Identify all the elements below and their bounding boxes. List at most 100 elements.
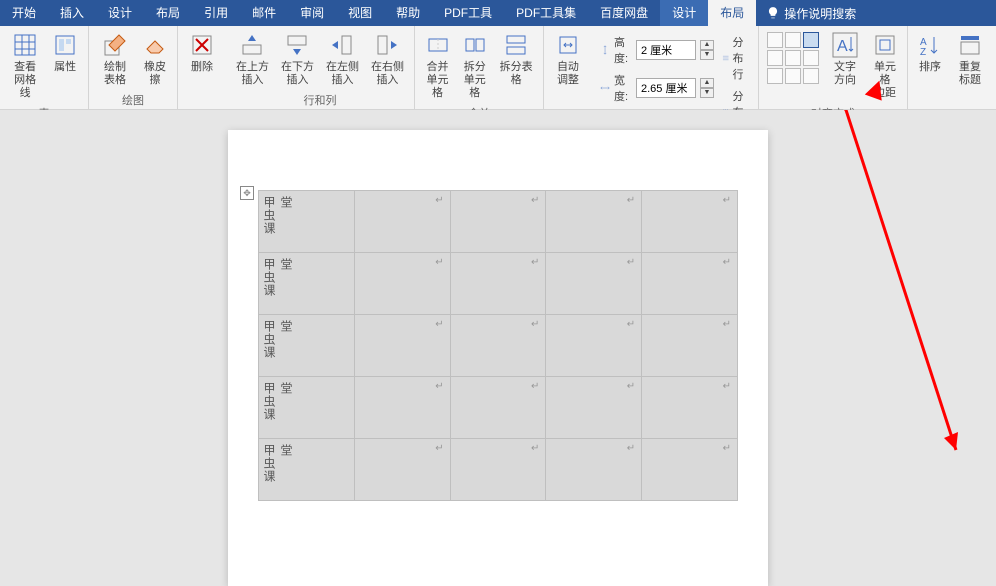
table-cell[interactable]: ↵ <box>642 315 738 377</box>
insert-above-button[interactable]: 在上方插入 <box>230 28 275 90</box>
delete-icon <box>188 31 216 59</box>
text-direction-icon: A <box>831 31 859 59</box>
height-input[interactable] <box>636 40 696 60</box>
group-alignment: A 文字方向 单元格 边距 对齐方式 <box>759 26 908 109</box>
group-data: AZ 排序 重复标题 <box>908 26 996 109</box>
table-cell[interactable]: ↵ <box>546 439 642 501</box>
align-top-left[interactable] <box>767 32 783 48</box>
table-cell[interactable]: ↵ <box>354 439 450 501</box>
tab-insert[interactable]: 插入 <box>48 0 96 26</box>
tab-help[interactable]: 帮助 <box>384 0 432 26</box>
height-row: 高度: ▲▼ <box>600 34 714 66</box>
table-cell[interactable]: ↵ <box>450 377 546 439</box>
tab-mailings[interactable]: 邮件 <box>240 0 288 26</box>
group-draw: 绘制表格 橡皮擦 绘图 <box>89 26 178 109</box>
alignment-grid[interactable] <box>763 28 823 88</box>
lightbulb-icon <box>766 6 780 20</box>
align-bot-right[interactable] <box>803 68 819 84</box>
autofit-button[interactable]: 自动调整 <box>548 28 588 90</box>
table-cell[interactable]: ↵ <box>642 377 738 439</box>
table-cell[interactable]: ↵ <box>546 377 642 439</box>
tab-start[interactable]: 开始 <box>0 0 48 26</box>
table-cell[interactable]: ↵ <box>354 253 450 315</box>
split-table-button[interactable]: 拆分表格 <box>493 28 539 90</box>
align-mid-center[interactable] <box>785 50 801 66</box>
table-cell[interactable]: 甲虫课堂 <box>259 439 355 501</box>
table-row: 甲虫课堂 ↵ ↵ ↵ ↵ <box>259 191 738 253</box>
group-merge: 合并 单元格 拆分 单元格 拆分表格 合并 <box>415 26 544 109</box>
width-icon <box>600 81 610 95</box>
table-move-handle[interactable]: ✥ <box>240 186 254 200</box>
repeat-header-button[interactable]: 重复标题 <box>948 28 992 90</box>
table-cell[interactable]: ↵ <box>354 191 450 253</box>
distribute-rows-button[interactable]: 分布行 <box>722 34 750 82</box>
eraser-button[interactable]: 橡皮擦 <box>137 28 173 90</box>
table-cell[interactable]: ↵ <box>450 439 546 501</box>
tab-table-layout[interactable]: 布局 <box>708 0 756 26</box>
merge-cells-button[interactable]: 合并 单元格 <box>419 28 456 103</box>
height-stepper[interactable]: ▲▼ <box>700 40 714 60</box>
table-cell[interactable]: 甲虫课堂 <box>259 253 355 315</box>
svg-text:Z: Z <box>920 47 926 57</box>
group-delete: 删除 <box>178 26 226 109</box>
insert-left-icon <box>328 31 356 59</box>
tell-me-search[interactable]: 操作说明搜索 <box>756 5 866 22</box>
tab-table-design[interactable]: 设计 <box>660 0 708 26</box>
gridlines-icon <box>11 31 39 59</box>
tab-review[interactable]: 审阅 <box>288 0 336 26</box>
table-cell[interactable]: ↵ <box>642 439 738 501</box>
cell-margins-icon <box>871 31 899 59</box>
draw-table-button[interactable]: 绘制表格 <box>93 28 137 90</box>
tab-design[interactable]: 设计 <box>96 0 144 26</box>
insert-right-icon <box>373 31 401 59</box>
table-cell[interactable]: ↵ <box>642 191 738 253</box>
tab-view[interactable]: 视图 <box>336 0 384 26</box>
merge-icon <box>424 31 452 59</box>
insert-above-icon <box>238 31 266 59</box>
sort-button[interactable]: AZ 排序 <box>912 28 948 77</box>
page: ✥ 甲虫课堂 ↵ ↵ ↵ ↵ 甲虫课堂 ↵ ↵ ↵ ↵ 甲虫课堂 <box>228 130 768 586</box>
align-top-center[interactable] <box>785 32 801 48</box>
properties-button[interactable]: 属性 <box>46 28 84 77</box>
tab-pdf-toolset[interactable]: PDF工具集 <box>504 0 588 26</box>
align-top-right[interactable] <box>803 32 819 48</box>
width-stepper[interactable]: ▲▼ <box>700 78 714 98</box>
tab-pdf-tools[interactable]: PDF工具 <box>432 0 504 26</box>
table-cell[interactable]: ↵ <box>354 315 450 377</box>
align-mid-left[interactable] <box>767 50 783 66</box>
tab-baidu[interactable]: 百度网盘 <box>588 0 660 26</box>
table-cell[interactable]: ↵ <box>450 253 546 315</box>
table-cell[interactable]: 甲虫课堂 <box>259 315 355 377</box>
dist-rows-icon <box>722 51 729 65</box>
table-cell[interactable]: ↵ <box>354 377 450 439</box>
table-cell[interactable]: 甲虫课堂 <box>259 377 355 439</box>
delete-button[interactable]: 删除 <box>182 28 222 77</box>
document-area[interactable]: ✥ 甲虫课堂 ↵ ↵ ↵ ↵ 甲虫课堂 ↵ ↵ ↵ ↵ 甲虫课堂 <box>0 110 996 586</box>
align-bot-center[interactable] <box>785 68 801 84</box>
table-cell[interactable]: ↵ <box>546 191 642 253</box>
autofit-icon <box>554 31 582 59</box>
view-gridlines-button[interactable]: 查看 网格线 <box>4 28 46 103</box>
align-bot-left[interactable] <box>767 68 783 84</box>
split-cells-button[interactable]: 拆分 单元格 <box>456 28 493 103</box>
table-row: 甲虫课堂 ↵ ↵ ↵ ↵ <box>259 377 738 439</box>
table-cell[interactable]: ↵ <box>450 315 546 377</box>
insert-below-icon <box>283 31 311 59</box>
cell-margins-button[interactable]: 单元格 边距 <box>867 28 903 103</box>
table-cell[interactable]: ↵ <box>546 253 642 315</box>
table-cell[interactable]: ↵ <box>546 315 642 377</box>
text-direction-button[interactable]: A 文字方向 <box>823 28 867 90</box>
insert-right-button[interactable]: 在右侧插入 <box>365 28 410 90</box>
insert-left-button[interactable]: 在左侧插入 <box>320 28 365 90</box>
tab-references[interactable]: 引用 <box>192 0 240 26</box>
width-input[interactable] <box>636 78 696 98</box>
split-table-icon <box>502 31 530 59</box>
align-mid-right[interactable] <box>803 50 819 66</box>
table-cell[interactable]: ↵ <box>642 253 738 315</box>
document-table[interactable]: 甲虫课堂 ↵ ↵ ↵ ↵ 甲虫课堂 ↵ ↵ ↵ ↵ 甲虫课堂 ↵ ↵ <box>258 190 738 501</box>
table-cell[interactable]: 甲虫课堂 <box>259 191 355 253</box>
table-cell[interactable]: ↵ <box>450 191 546 253</box>
width-row: 宽度: ▲▼ <box>600 72 714 104</box>
tab-layout[interactable]: 布局 <box>144 0 192 26</box>
insert-below-button[interactable]: 在下方插入 <box>275 28 320 90</box>
